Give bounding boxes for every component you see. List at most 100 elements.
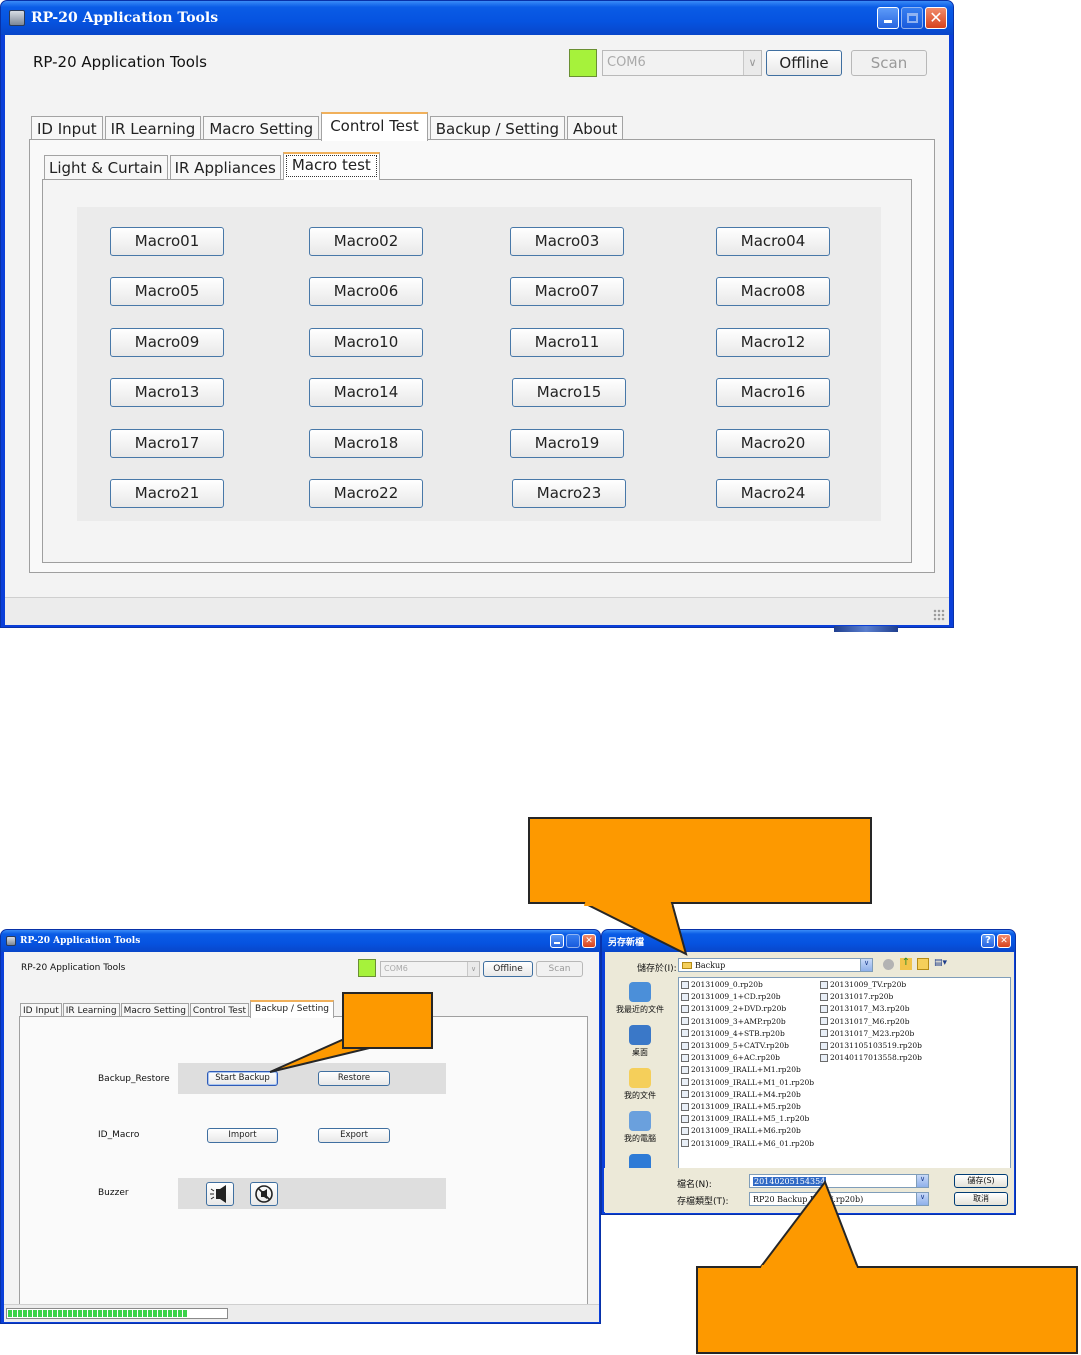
file-item[interactable]: 20131009_1+CD.rp20b <box>681 992 781 1001</box>
file-item[interactable]: 20131009_0.rp20b <box>681 980 763 989</box>
macro-button-macro08[interactable]: Macro08 <box>716 277 830 307</box>
place-recent-documents[interactable]: 我最近的文件 <box>607 982 673 1015</box>
subtab-light-curtain[interactable]: Light & Curtain <box>44 155 168 180</box>
export-button[interactable]: Export <box>318 1128 390 1143</box>
file-item[interactable]: 20131009_TV.rp20b <box>820 980 906 989</box>
tab-id-input[interactable]: ID Input <box>31 116 103 141</box>
scan-button[interactable]: Scan <box>536 961 583 977</box>
macro-button-macro06[interactable]: Macro06 <box>309 277 423 307</box>
macro-button-macro14[interactable]: Macro14 <box>309 378 423 408</box>
buzzer-off-button[interactable] <box>250 1182 278 1206</box>
file-item[interactable]: 20131009_IRALL+M6.rp20b <box>681 1126 801 1135</box>
save-in-select[interactable]: Backup ∨ <box>678 958 873 972</box>
filename-input[interactable]: 20140205154354 ∨ <box>749 1174 929 1188</box>
file-item[interactable]: 20131009_IRALL+M4.rp20b <box>681 1090 801 1099</box>
file-item[interactable]: 20131009_IRALL+M5.rp20b <box>681 1102 801 1111</box>
file-item[interactable]: 20131105103519.rp20b <box>820 1041 922 1050</box>
dialog-title: 另存新檔 <box>608 937 645 948</box>
subtab-macro-test[interactable]: Macro test <box>282 152 380 180</box>
title-bar[interactable]: RP-20 Application Tools <box>1 1 953 35</box>
resize-grip-icon[interactable] <box>933 609 945 621</box>
macro-button-macro12[interactable]: Macro12 <box>716 327 830 357</box>
help-button[interactable]: ? <box>981 934 995 948</box>
macro-button-macro18[interactable]: Macro18 <box>309 428 423 458</box>
buzzer-on-button[interactable] <box>206 1182 234 1206</box>
macro-button-macro04[interactable]: Macro04 <box>716 227 830 256</box>
com-port-select[interactable]: COM6 ∨ <box>602 50 762 76</box>
file-name: 20131105103519.rp20b <box>830 1041 922 1050</box>
macro-button-macro07[interactable]: Macro07 <box>510 277 624 307</box>
file-item[interactable]: 20131009_6+AC.rp20b <box>681 1053 780 1062</box>
maximize-button[interactable] <box>566 934 580 948</box>
minimize-button[interactable] <box>877 7 899 29</box>
file-item[interactable]: 20131017.rp20b <box>820 992 893 1001</box>
dialog-title-bar[interactable]: 另存新檔 <box>602 930 1015 952</box>
macro-button-macro03[interactable]: Macro03 <box>510 227 624 256</box>
place-my-documents[interactable]: 我的文件 <box>607 1068 673 1101</box>
file-icon <box>681 1090 689 1099</box>
place-my-computer[interactable]: 我的電腦 <box>607 1111 673 1144</box>
macro-button-macro09[interactable]: Macro09 <box>110 327 224 357</box>
file-item[interactable]: 20131009_4+STB.rp20b <box>681 1029 785 1038</box>
scan-button[interactable]: Scan <box>851 50 927 76</box>
import-button[interactable]: Import <box>207 1128 278 1143</box>
view-menu-icon[interactable]: ▤▾ <box>934 958 952 970</box>
save-button[interactable]: 儲存(S) <box>954 1174 1008 1188</box>
macro-button-macro16[interactable]: Macro16 <box>716 378 830 408</box>
macro-button-macro01[interactable]: Macro01 <box>110 227 224 256</box>
file-item[interactable]: 20131017_M3.rp20b <box>820 1004 910 1013</box>
title-bar[interactable]: RP-20 Application Tools <box>1 930 600 952</box>
macro-button-macro24[interactable]: Macro24 <box>716 479 830 508</box>
offline-button[interactable]: Offline <box>766 50 842 76</box>
back-icon[interactable] <box>883 959 894 970</box>
file-item[interactable]: 20131009_IRALL+M1.rp20b <box>681 1065 801 1074</box>
tab-macro-setting[interactable]: Macro Setting <box>203 116 320 141</box>
file-item[interactable]: 20131009_5+CATV.rp20b <box>681 1041 789 1050</box>
file-item[interactable]: 20131017_M23.rp20b <box>820 1029 914 1038</box>
file-item[interactable]: 20131009_2+DVD.rp20b <box>681 1004 786 1013</box>
macro-button-macro22[interactable]: Macro22 <box>309 479 423 508</box>
file-item[interactable]: 20131009_3+AMP.rp20b <box>681 1017 786 1026</box>
macro-button-macro21[interactable]: Macro21 <box>110 479 224 508</box>
tab-control-test[interactable]: Control Test <box>321 112 428 141</box>
minimize-button[interactable] <box>550 934 564 948</box>
file-item[interactable]: 20131009_IRALL+M6_01.rp20b <box>681 1139 814 1148</box>
macro-button-macro17[interactable]: Macro17 <box>110 428 224 458</box>
tab-ir-learning[interactable]: IR Learning <box>104 116 202 141</box>
start-backup-button[interactable]: Start Backup <box>207 1071 278 1086</box>
file-name: 20131009_IRALL+M6.rp20b <box>691 1126 801 1136</box>
app-icon <box>6 936 16 946</box>
place-desktop[interactable]: 桌面 <box>607 1025 673 1058</box>
backup-restore-label: Backup_Restore <box>98 1074 170 1084</box>
file-item[interactable]: 20131009_IRALL+M5_1.rp20b <box>681 1114 809 1123</box>
up-folder-icon[interactable]: ↑ <box>900 958 912 970</box>
macro-button-macro13[interactable]: Macro13 <box>110 378 224 408</box>
new-folder-icon[interactable] <box>917 958 929 970</box>
chevron-down-icon: ∨ <box>467 962 479 976</box>
macro-button-macro19[interactable]: Macro19 <box>510 428 624 458</box>
com-port-select[interactable]: COM6 ∨ <box>380 961 480 977</box>
tab-about[interactable]: About <box>567 116 624 141</box>
maximize-button[interactable] <box>901 7 923 29</box>
macro-button-macro20[interactable]: Macro20 <box>716 428 830 458</box>
close-button[interactable]: ✕ <box>582 934 596 948</box>
filetype-select[interactable]: RP20 Backup F(.. (*.rp20b) ∨ <box>749 1192 929 1206</box>
macro-button-macro10[interactable]: Macro10 <box>309 327 423 357</box>
file-icon <box>681 1114 689 1123</box>
file-item[interactable]: 20131009_IRALL+M1_01.rp20b <box>681 1078 814 1087</box>
close-button[interactable]: ✕ <box>997 934 1011 948</box>
macro-button-macro02[interactable]: Macro02 <box>309 227 423 256</box>
offline-button[interactable]: Offline <box>483 961 533 977</box>
tab-backup-setting[interactable]: Backup / Setting <box>429 116 566 141</box>
cancel-button[interactable]: 取消 <box>954 1192 1008 1206</box>
subtab-ir-appliances[interactable]: IR Appliances <box>169 155 281 180</box>
tab-backup-setting[interactable]: Backup / Setting <box>250 1000 335 1018</box>
file-item[interactable]: 20140117013558.rp20b <box>820 1053 922 1062</box>
close-button[interactable]: ✕ <box>925 7 947 29</box>
file-item[interactable]: 20131017_M6.rp20b <box>820 1017 910 1026</box>
macro-button-macro05[interactable]: Macro05 <box>110 277 224 307</box>
macro-button-macro15[interactable]: Macro15 <box>512 378 626 408</box>
macro-button-macro11[interactable]: Macro11 <box>510 327 624 357</box>
macro-button-macro23[interactable]: Macro23 <box>512 479 626 508</box>
restore-button[interactable]: Restore <box>318 1071 390 1086</box>
